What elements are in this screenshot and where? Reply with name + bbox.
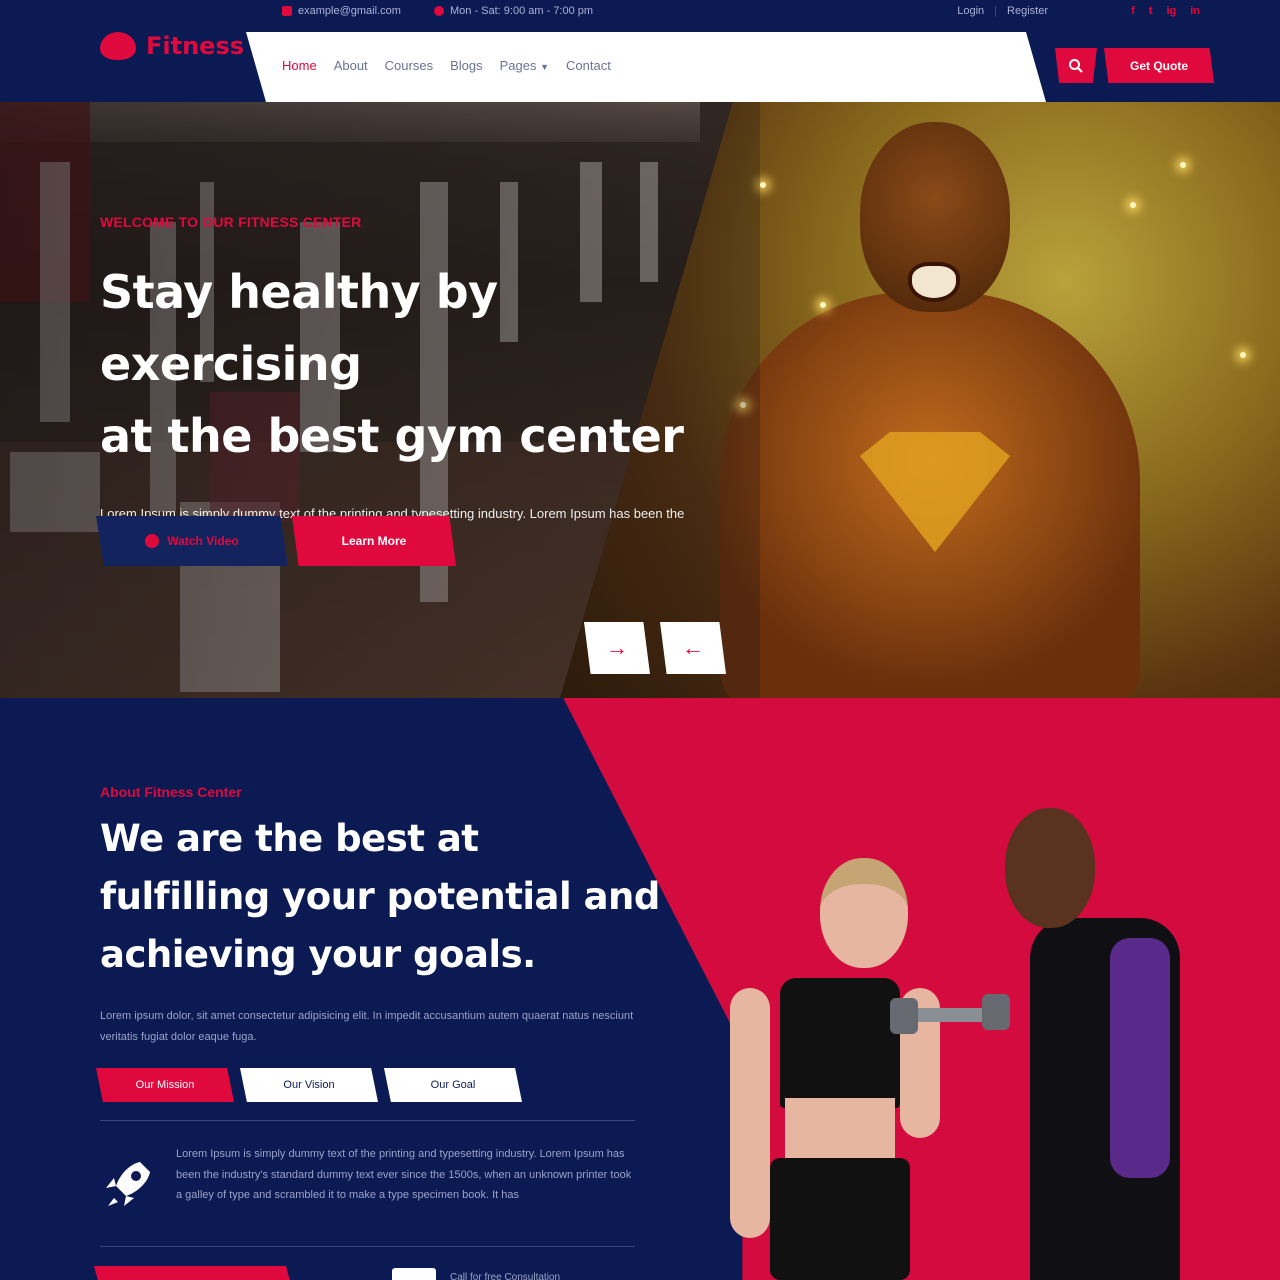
hours-info: Mon - Sat: 9:00 am - 7:00 pm xyxy=(434,5,593,17)
clock-icon xyxy=(434,6,444,16)
main-nav: Home About Courses Blogs Pages ▼ Contact xyxy=(246,32,1046,102)
about-cta-button[interactable] xyxy=(94,1266,294,1280)
arrow-left-icon: ← xyxy=(682,635,704,660)
divider xyxy=(100,1120,635,1121)
twitter-icon[interactable]: t xyxy=(1149,5,1153,17)
brand-name: Fitness xyxy=(146,32,245,60)
facebook-icon[interactable]: f xyxy=(1131,5,1135,17)
tab-our-vision[interactable]: Our Vision xyxy=(240,1068,378,1102)
site-header: Fitness Home About Courses Blogs Pages ▼… xyxy=(0,24,1280,102)
next-slide-button[interactable]: → xyxy=(584,622,650,674)
nav-contact[interactable]: Contact xyxy=(566,58,611,73)
instagram-icon[interactable]: ig xyxy=(1166,5,1176,17)
brand-logo[interactable]: Fitness xyxy=(100,32,244,60)
about-kicker: About Fitness Center xyxy=(100,784,242,800)
hero-slider: WELCOME TO OUR FITNESS CENTER Stay healt… xyxy=(0,102,1280,698)
learn-more-button[interactable]: Learn More xyxy=(292,516,456,566)
dumbbell-icon xyxy=(100,32,136,60)
hero-content: WELCOME TO OUR FITNESS CENTER Stay healt… xyxy=(100,214,760,554)
arrow-right-icon: → xyxy=(606,635,628,660)
trainer-client-image xyxy=(700,798,1220,1280)
about-section: About Fitness Center We are the best at … xyxy=(0,698,1280,1280)
get-quote-button[interactable]: Get Quote xyxy=(1104,48,1214,83)
login-link[interactable]: Login xyxy=(957,5,984,17)
nav-courses[interactable]: Courses xyxy=(385,58,433,73)
about-feature-text: Lorem Ipsum is simply dummy text of the … xyxy=(176,1148,632,1201)
prev-slide-button[interactable]: ← xyxy=(660,622,726,674)
search-button[interactable] xyxy=(1055,48,1097,83)
chevron-down-icon: ▼ xyxy=(540,62,550,72)
hours-text: Mon - Sat: 9:00 am - 7:00 pm xyxy=(450,5,594,17)
nav-pages-label: Pages xyxy=(499,58,537,73)
tab-our-mission[interactable]: Our Mission xyxy=(96,1068,234,1102)
linkedin-icon[interactable]: in xyxy=(1190,5,1200,17)
register-link[interactable]: Register xyxy=(1007,5,1048,17)
nav-blogs[interactable]: Blogs xyxy=(450,58,483,73)
hero-title-line-2: at the best gym center xyxy=(100,409,684,463)
about-title: We are the best at fulfilling your poten… xyxy=(100,817,660,976)
mail-icon xyxy=(282,6,292,16)
hero-buttons: Watch Video Learn More xyxy=(96,516,456,566)
rocket-icon xyxy=(106,1162,150,1206)
email-info[interactable]: example@gmail.com xyxy=(282,5,401,17)
nav-pages[interactable]: Pages ▼ xyxy=(500,58,549,73)
watch-video-label: Watch Video xyxy=(167,534,239,548)
hero-kicker: WELCOME TO OUR FITNESS CENTER xyxy=(100,214,362,230)
email-text: example@gmail.com xyxy=(298,5,401,17)
hero-title: Stay healthy by exercising at the best g… xyxy=(100,256,760,472)
phone-icon xyxy=(392,1268,436,1280)
auth-links: Login | Register xyxy=(957,5,1048,17)
top-bar: example@gmail.com Mon - Sat: 9:00 am - 7… xyxy=(0,0,1280,24)
hero-title-line-1: Stay healthy by exercising xyxy=(100,265,498,391)
social-links: f t ig in xyxy=(1131,5,1200,17)
nav-home[interactable]: Home xyxy=(282,58,317,73)
watch-video-button[interactable]: Watch Video xyxy=(96,516,288,566)
play-icon xyxy=(145,534,160,548)
nav-about[interactable]: About xyxy=(334,58,368,73)
auth-separator: | xyxy=(994,5,998,17)
about-description: Lorem ipsum dolor, sit amet consectetur … xyxy=(100,1010,634,1043)
consultation-text: Call for free Consultation xyxy=(450,1272,561,1280)
tab-our-goal[interactable]: Our Goal xyxy=(384,1068,522,1102)
about-tabs: Our Mission Our Vision Our Goal xyxy=(96,1068,522,1102)
divider xyxy=(100,1246,635,1247)
search-icon xyxy=(1069,58,1083,73)
